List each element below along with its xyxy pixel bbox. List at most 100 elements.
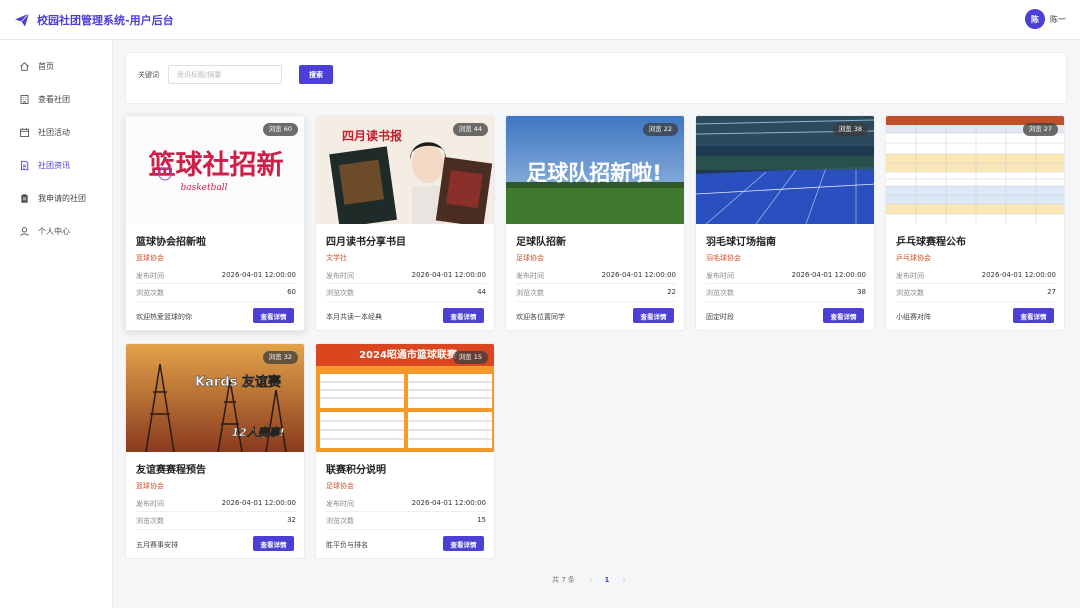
- view-detail-button[interactable]: 查看详情: [443, 536, 484, 551]
- sidebar-item-label: 社团资讯: [38, 161, 70, 170]
- sidebar-item-view-clubs[interactable]: 查看社团: [0, 83, 112, 116]
- news-card[interactable]: 足球队招新啦! 浏览 22 足球队招新 足球协会 发布时间 2026-04-01 …: [505, 115, 685, 331]
- card-title[interactable]: 篮球协会招新啦: [136, 233, 206, 248]
- card-title[interactable]: 联赛积分说明: [326, 461, 386, 476]
- sidebar-item-label: 社团活动: [38, 128, 70, 137]
- publish-time-row: 发布时间 2026-04-01 12:00:00: [136, 499, 296, 509]
- publish-time-row: 发布时间 2026-04-01 12:00:00: [896, 271, 1056, 281]
- news-thumbnail[interactable]: 浏览 27: [886, 116, 1064, 224]
- view-count-value: 60: [287, 288, 296, 296]
- document-icon: [19, 160, 30, 171]
- divider: [136, 301, 296, 302]
- view-count-value: 38: [857, 288, 866, 296]
- card-club: 乒乓球协会: [896, 254, 931, 262]
- divider: [326, 283, 486, 284]
- views-badge: 浏览 27: [1022, 123, 1058, 136]
- divider: [326, 301, 486, 302]
- divider: [896, 283, 1056, 284]
- thumb-text: 足球队招新啦!: [526, 161, 662, 185]
- user-name[interactable]: 陈一: [1050, 14, 1066, 25]
- sidebar-item-label: 个人中心: [38, 227, 70, 236]
- view-count-row: 浏览次数 27: [896, 288, 1056, 298]
- card-title[interactable]: 四月读书分享书目: [326, 233, 406, 248]
- prev-page-icon[interactable]: ‹: [589, 575, 593, 585]
- sidebar-item-activities[interactable]: 社团活动: [0, 116, 112, 149]
- views-badge: 浏览 38: [832, 123, 868, 136]
- news-card[interactable]: Kards 友谊赛 12人赛事! 浏览 32 友谊赛赛程预告 篮球协会 发布时间…: [125, 343, 305, 559]
- building-icon: [19, 94, 30, 105]
- news-thumbnail[interactable]: 四月读书报 浏览 44: [316, 116, 494, 224]
- divider: [896, 301, 1056, 302]
- view-detail-button[interactable]: 查看详情: [823, 308, 864, 323]
- views-badge: 浏览 22: [642, 123, 678, 136]
- thumb-subtext: basketball: [180, 183, 227, 193]
- next-page-icon[interactable]: ›: [622, 575, 626, 585]
- divider: [136, 529, 296, 530]
- view-count-label: 浏览次数: [326, 289, 354, 297]
- news-card[interactable]: 四月读书报 浏览 44 四月读书分享书目 文学社 发布时间 2026-04-01 …: [315, 115, 495, 331]
- card-summary: 五月赛事安排: [136, 541, 178, 549]
- card-club: 足球协会: [326, 482, 354, 490]
- card-summary: 小组赛对阵: [896, 313, 931, 321]
- news-thumbnail[interactable]: 足球队招新啦! 浏览 22: [506, 116, 684, 224]
- divider: [326, 511, 486, 512]
- view-count-row: 浏览次数 44: [326, 288, 486, 298]
- view-detail-button[interactable]: 查看详情: [253, 536, 294, 551]
- publish-time-label: 发布时间: [136, 272, 164, 280]
- search-input[interactable]: [168, 65, 282, 84]
- sidebar-item-profile[interactable]: 个人中心: [0, 215, 112, 248]
- publish-time-row: 发布时间 2026-04-01 12:00:00: [136, 271, 296, 281]
- view-count-label: 浏览次数: [706, 289, 734, 297]
- card-title[interactable]: 羽毛球订场指南: [706, 233, 776, 248]
- publish-time-label: 发布时间: [896, 272, 924, 280]
- sidebar-item-home[interactable]: 首页: [0, 50, 112, 83]
- card-summary: 胜平负与排名: [326, 541, 368, 549]
- view-detail-button[interactable]: 查看详情: [1013, 308, 1054, 323]
- thumb-text: Kards 友谊赛: [195, 374, 282, 390]
- card-club: 篮球协会: [136, 254, 164, 262]
- divider: [516, 301, 676, 302]
- sidebar-item-my-applications[interactable]: 我申请的社团: [0, 182, 112, 215]
- card-title[interactable]: 友谊赛赛程预告: [136, 461, 206, 476]
- view-count-label: 浏览次数: [516, 289, 544, 297]
- view-count-row: 浏览次数 38: [706, 288, 866, 298]
- view-count-value: 15: [477, 516, 486, 524]
- view-count-row: 浏览次数 32: [136, 516, 296, 526]
- news-thumbnail[interactable]: 浏览 38: [696, 116, 874, 224]
- user-menu[interactable]: 陈 陈一: [1025, 9, 1066, 29]
- sidebar-item-news[interactable]: 社团资讯: [0, 149, 112, 182]
- view-detail-button[interactable]: 查看详情: [253, 308, 294, 323]
- publish-time-row: 发布时间 2026-04-01 12:00:00: [706, 271, 866, 281]
- search-button[interactable]: 搜索: [299, 65, 333, 84]
- avatar[interactable]: 陈: [1025, 9, 1045, 29]
- view-detail-button[interactable]: 查看详情: [633, 308, 674, 323]
- thumb-text: 篮球社招新: [148, 149, 284, 181]
- views-badge: 浏览 32: [262, 351, 298, 364]
- view-count-value: 22: [667, 288, 676, 296]
- paper-plane-icon: [15, 12, 30, 26]
- card-summary: 欢迎热爱篮球的你: [136, 313, 192, 321]
- news-thumbnail[interactable]: Kards 友谊赛 12人赛事! 浏览 32: [126, 344, 304, 452]
- card-club: 羽毛球协会: [706, 254, 741, 262]
- view-count-label: 浏览次数: [326, 517, 354, 525]
- news-card[interactable]: 浏览 38 羽毛球订场指南 羽毛球协会 发布时间 2026-04-01 12:00…: [695, 115, 875, 331]
- user-icon: [19, 226, 30, 237]
- news-card[interactable]: 2024昭通市篮球联赛 浏览 15 联赛积分说明 足球协会 发布时间 2026-0…: [315, 343, 495, 559]
- view-count-row: 浏览次数 15: [326, 516, 486, 526]
- card-club: 篮球协会: [136, 482, 164, 490]
- page-number[interactable]: 1: [605, 576, 610, 584]
- card-title[interactable]: 足球队招新: [516, 233, 566, 248]
- publish-time-label: 发布时间: [326, 272, 354, 280]
- view-detail-button[interactable]: 查看详情: [443, 308, 484, 323]
- card-title[interactable]: 乒乓球赛程公布: [896, 233, 966, 248]
- news-thumbnail[interactable]: 篮球社招新 basketball 浏览 60: [126, 116, 304, 224]
- news-thumbnail[interactable]: 2024昭通市篮球联赛 浏览 15: [316, 344, 494, 452]
- view-count-value: 44: [477, 288, 486, 296]
- view-count-value: 32: [287, 516, 296, 524]
- pagination: 共 7 条 ‹ 1 ›: [552, 575, 626, 585]
- publish-time-value: 2026-04-01 12:00:00: [411, 271, 486, 279]
- news-card[interactable]: 浏览 27 乒乓球赛程公布 乒乓球协会 发布时间 2026-04-01 12:00…: [885, 115, 1065, 331]
- news-card[interactable]: 篮球社招新 basketball 浏览 60 篮球协会招新啦 篮球协会 发布时间…: [125, 115, 305, 331]
- card-summary: 欢迎各位置同学: [516, 313, 565, 321]
- publish-time-row: 发布时间 2026-04-01 12:00:00: [516, 271, 676, 281]
